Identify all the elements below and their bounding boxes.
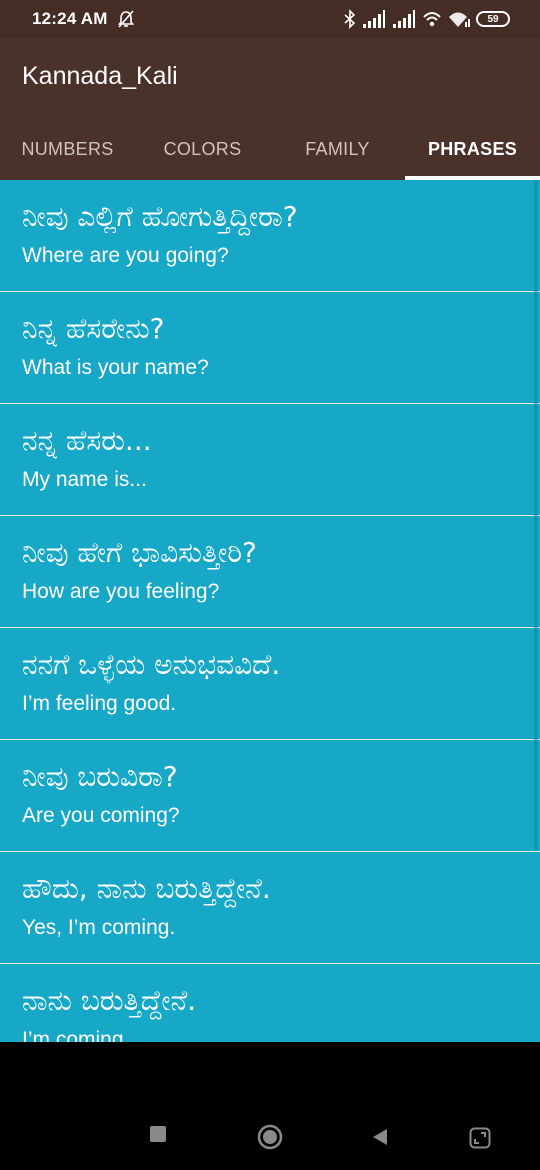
signal-icon xyxy=(363,10,385,28)
signal-icon xyxy=(393,10,415,28)
list-item[interactable]: ನನಗೆ ಒಳ್ಳೆಯ ಅನುಭವವಿದೆ. I’m feeling good. xyxy=(0,628,540,740)
english-translation: I’m feeling good. xyxy=(22,692,177,715)
english-translation: How are you feeling? xyxy=(22,580,220,603)
phrase-list[interactable]: ನೀವು ಎಲ್ಲಿಗೆ ಹೋಗುತ್ತಿದ್ದೀರಾ? Where are y… xyxy=(0,180,540,1042)
list-item[interactable]: ನಿನ್ನ ಹೆಸರೇನು? What is your name? xyxy=(0,292,540,404)
wifi-icon xyxy=(423,12,441,27)
english-translation: Yes, I’m coming. xyxy=(22,916,176,939)
tab-bar: NUMBERS COLORS FAMILY PHRASES xyxy=(0,118,540,180)
english-translation: Where are you going? xyxy=(22,244,229,267)
tab-phrases[interactable]: PHRASES xyxy=(405,118,540,180)
alarm-off-icon xyxy=(117,10,134,28)
scrollbar[interactable] xyxy=(534,180,538,850)
home-icon[interactable] xyxy=(257,1124,283,1150)
list-item[interactable]: ನೀವು ಹೇಗೆ ಭಾವಿಸುತ್ತೀರಿ? How are you feel… xyxy=(0,516,540,628)
kannada-phrase: ನೀವು ಎಲ್ಲಿಗೆ ಹೋಗುತ್ತಿದ್ದೀರಾ? xyxy=(22,200,298,233)
kannada-phrase: ಹೌದು, ನಾನು ಬರುತ್ತಿದ್ದೇನೆ. xyxy=(22,872,271,905)
navigation-bar xyxy=(0,1042,540,1170)
tab-colors[interactable]: COLORS xyxy=(135,118,270,180)
kannada-phrase: ನಾನು ಬರುತ್ತಿದ್ದೇನೆ. xyxy=(22,984,197,1017)
status-icons: 59 xyxy=(344,9,510,29)
status-bar: 12:24 AM 59 xyxy=(0,0,540,38)
recents-icon[interactable] xyxy=(149,1125,167,1143)
status-time: 12:24 AM xyxy=(32,9,108,28)
list-item[interactable]: ನನ್ನ ಹೆಸರು... My name is... xyxy=(0,404,540,516)
kannada-phrase: ನನಗೆ ಒಳ್ಳೆಯ ಅನುಭವವಿದೆ. xyxy=(22,648,281,681)
app-title: Kannada_Kali xyxy=(22,62,178,90)
kannada-phrase: ನೀವು ಬರುವಿರಾ? xyxy=(22,760,178,793)
list-item[interactable]: ಹೌದು, ನಾನು ಬರುತ್ತಿದ್ದೇನೆ. Yes, I’m comin… xyxy=(0,852,540,964)
list-item[interactable]: ನಾನು ಬರುತ್ತಿದ್ದೇನೆ. I’m coming. xyxy=(0,964,540,1042)
english-translation: What is your name? xyxy=(22,356,209,379)
kannada-phrase: ನನ್ನ ಹೆಸರು... xyxy=(22,424,152,457)
list-item[interactable]: ನೀವು ಬರುವಿರಾ? Are you coming? xyxy=(0,740,540,852)
english-translation: Are you coming? xyxy=(22,804,180,827)
list-item[interactable]: ನೀವು ಎಲ್ಲಿಗೆ ಹೋಗುತ್ತಿದ್ದೀರಾ? Where are y… xyxy=(0,180,540,292)
kannada-phrase: ನಿನ್ನ ಹೆಸರೇನು? xyxy=(22,312,165,345)
tab-family[interactable]: FAMILY xyxy=(270,118,405,180)
kannada-phrase: ನೀವು ಹೇಗೆ ಭಾವಿಸುತ್ತೀರಿ? xyxy=(22,536,257,569)
english-translation: My name is... xyxy=(22,468,147,491)
bluetooth-icon xyxy=(344,9,356,29)
wifi-icon xyxy=(449,12,470,27)
battery-icon: 59 xyxy=(476,11,510,27)
screenshot-icon[interactable] xyxy=(469,1127,491,1149)
english-translation: I’m coming. xyxy=(22,1028,130,1042)
tab-numbers[interactable]: NUMBERS xyxy=(0,118,135,180)
app-bar: Kannada_Kali xyxy=(0,38,540,118)
back-icon[interactable] xyxy=(371,1127,389,1147)
battery-level: 59 xyxy=(487,13,499,25)
